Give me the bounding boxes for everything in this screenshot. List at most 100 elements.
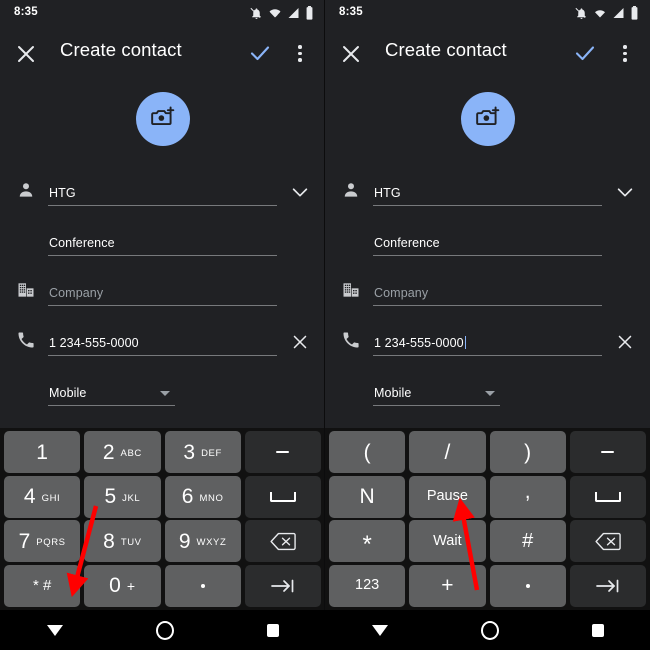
key-dash[interactable]	[244, 431, 321, 473]
backspace-icon	[270, 532, 296, 551]
keyboard-symbols[interactable]: ( / ) N Pause , * Wait # 123 +	[325, 428, 650, 610]
field-name[interactable]: HTG	[0, 168, 325, 218]
chevron-down-icon[interactable]	[614, 181, 636, 203]
key-label: 2	[102, 440, 115, 464]
recents-icon[interactable]	[591, 623, 604, 637]
battery-icon	[630, 6, 639, 20]
avatar[interactable]	[135, 92, 190, 146]
avatar[interactable]	[460, 92, 515, 146]
key-6[interactable]: 6 MNO	[164, 475, 241, 518]
status-icon-group	[575, 6, 639, 20]
key-label: 1	[36, 440, 48, 464]
phone-screen-right: 8:35 Create contact HTG Conference Compa…	[325, 0, 650, 650]
key-9[interactable]: 9 WXYZ	[164, 520, 241, 562]
field-name-value: HTG	[49, 186, 76, 200]
status-icon-group	[250, 6, 314, 20]
key-wait[interactable]: Wait	[409, 520, 486, 562]
key-dash[interactable]	[569, 431, 646, 473]
key-period[interactable]	[164, 564, 241, 607]
field-underline	[48, 205, 277, 206]
dropdown-caret-icon[interactable]	[160, 391, 170, 396]
field-phone-type-value: Mobile	[49, 386, 87, 400]
key-label: (	[363, 440, 371, 464]
key-5[interactable]: 5 JKL	[84, 475, 161, 518]
key-period[interactable]	[489, 564, 566, 607]
field-phone-type[interactable]: Mobile	[325, 368, 650, 418]
key-label: ,	[524, 480, 531, 503]
key-3[interactable]: 3 DEF	[164, 431, 241, 473]
field-company[interactable]: Company	[325, 268, 650, 318]
spacebar-icon	[594, 491, 621, 502]
close-icon[interactable]	[337, 40, 365, 68]
battery-icon	[305, 6, 314, 20]
navigation-bar	[325, 610, 650, 650]
key-slash[interactable]: /	[409, 431, 486, 473]
field-phone-type[interactable]: Mobile	[0, 368, 325, 418]
keyboard-numeric[interactable]: 1 2 ABC 3 DEF 4 GHI 5 JKL 6 MNO 7 PQRS 8 TUV 9W…	[0, 428, 325, 610]
contact-form: HTG Conference Company 1 234-555-0000 Mo…	[0, 158, 325, 418]
field-phone[interactable]: 1 234-555-0000	[325, 318, 650, 368]
clear-icon[interactable]	[289, 331, 311, 353]
wifi-icon	[593, 7, 607, 19]
key-0[interactable]: 0 +	[84, 564, 161, 607]
home-icon[interactable]	[480, 620, 499, 640]
key-label: 6	[181, 485, 194, 508]
back-icon[interactable]	[46, 624, 63, 636]
key-open-paren[interactable]: (	[329, 431, 406, 473]
field-underline	[373, 305, 602, 306]
key-backspace[interactable]	[244, 520, 321, 562]
dropdown-caret-icon[interactable]	[485, 391, 495, 396]
key-comma[interactable]: ,	[489, 475, 566, 518]
key-backspace[interactable]	[569, 520, 646, 562]
key-label: /	[444, 440, 451, 464]
clear-icon[interactable]	[614, 331, 636, 353]
key-label: 9	[178, 529, 191, 553]
keyboard-row: 123 +	[327, 564, 648, 607]
keyboard-row: 4 GHI 5 JKL 6 MNO	[2, 475, 323, 518]
key-space[interactable]	[244, 475, 321, 518]
key-7[interactable]: 7 PQRS	[4, 520, 81, 562]
keyboard-row: ( / )	[327, 431, 648, 473]
dash-icon	[601, 450, 615, 454]
field-last-name[interactable]: Conference	[325, 218, 650, 268]
phone-screen-left: 8:35 Create contact HTG Conference Compa…	[0, 0, 325, 650]
overflow-menu-icon[interactable]	[614, 40, 636, 66]
close-icon[interactable]	[12, 40, 40, 68]
overflow-menu-icon[interactable]	[289, 40, 311, 66]
save-contact-button[interactable]	[573, 41, 597, 65]
key-n[interactable]: N	[329, 475, 406, 518]
key-tab[interactable]	[569, 564, 646, 607]
key-pause[interactable]: Pause	[409, 475, 486, 518]
field-company[interactable]: Company	[0, 268, 325, 318]
recents-icon[interactable]	[266, 623, 279, 637]
chevron-down-icon[interactable]	[289, 181, 311, 203]
field-name[interactable]: HTG	[325, 168, 650, 218]
key-star[interactable]: *	[329, 520, 406, 562]
key-8[interactable]: 8 TUV	[84, 520, 161, 562]
home-icon[interactable]	[155, 620, 174, 640]
key-space[interactable]	[569, 475, 646, 518]
field-underline	[373, 205, 602, 206]
key-label: *	[362, 530, 372, 558]
key-star-hash[interactable]: * #	[4, 564, 81, 607]
field-company-placeholder: Company	[374, 286, 429, 300]
key-2[interactable]: 2 ABC	[84, 431, 161, 473]
key-hash[interactable]: #	[489, 520, 566, 562]
key-label: 0	[109, 574, 121, 597]
key-sublabel: WXYZ	[196, 537, 227, 549]
key-close-paren[interactable]: )	[489, 431, 566, 473]
field-last-name-value: Conference	[49, 236, 115, 250]
field-last-name[interactable]: Conference	[0, 218, 325, 268]
panel-divider	[324, 0, 325, 610]
key-tab[interactable]	[244, 564, 321, 607]
back-icon[interactable]	[371, 624, 388, 636]
field-phone-value: 1 234-555-0000	[374, 336, 464, 350]
key-123[interactable]: 123	[329, 564, 406, 607]
save-contact-button[interactable]	[248, 41, 272, 65]
key-4[interactable]: 4 GHI	[4, 475, 81, 518]
key-label: 8	[103, 529, 115, 553]
field-underline	[373, 255, 602, 256]
key-1[interactable]: 1	[4, 431, 81, 473]
key-plus[interactable]: +	[409, 564, 486, 607]
field-phone[interactable]: 1 234-555-0000	[0, 318, 325, 368]
